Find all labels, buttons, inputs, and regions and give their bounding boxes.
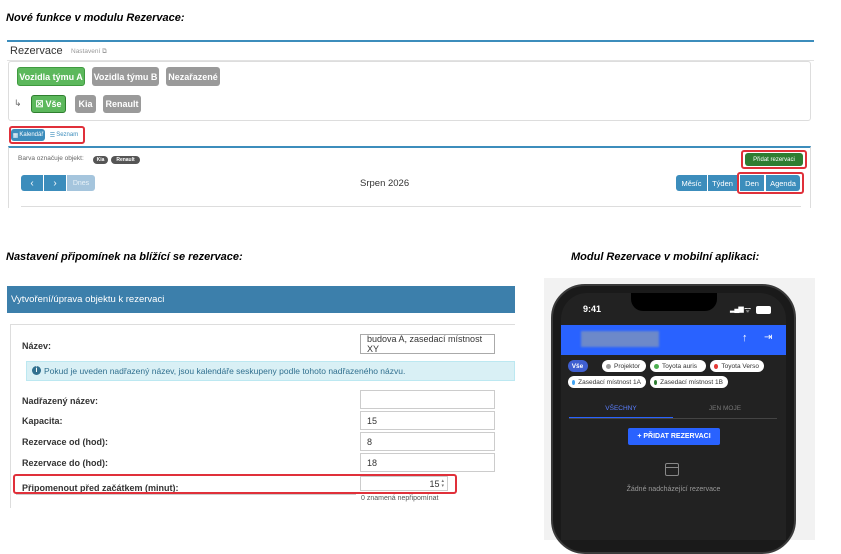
from-hour-input[interactable]: 8 [360, 432, 495, 451]
highlight-add-button [741, 150, 807, 169]
to-hour-input[interactable]: 18 [360, 453, 495, 472]
capacity-input[interactable]: 15 [360, 411, 495, 430]
remind-hint: 0 znamená nepřipomínat [361, 495, 439, 502]
filter-team-a-label: Vozidla týmu A [19, 71, 83, 82]
name-label: Název: [22, 341, 52, 351]
today-button[interactable]: Dnes [67, 175, 95, 191]
object-edit-panel: Vytvoření/úprava objektu k rezervaci Náz… [7, 286, 515, 508]
panel-title: Vytvoření/úprava objektu k rezervaci [11, 294, 165, 305]
color-dot-icon [606, 363, 611, 369]
mobile-add-reservation-label: + PŘIDAT REZERVACI [637, 433, 711, 440]
filter-team-b-label: Vozidla týmu B [93, 71, 158, 82]
subfilter-renault-label: Renault [105, 99, 139, 109]
legend-badge-kia: Kia [93, 156, 108, 164]
filter-chip[interactable]: Toyota auris [650, 360, 706, 372]
settings-link-label[interactable]: Nastavení [71, 48, 100, 55]
external-link-icon: ⧉ [102, 48, 107, 55]
info-text: Pokud je uveden nadřazený název, jsou ka… [44, 366, 406, 376]
filter-chip[interactable]: Vše [568, 360, 588, 372]
calendar-title: Srpen 2026 [360, 178, 410, 189]
today-label: Dnes [72, 179, 90, 187]
filter-chip-label: Zasedací místnost 1A [578, 378, 641, 386]
capacity-label: Kapacita: [22, 416, 63, 426]
tab-mine-label: JEN MOJE [708, 405, 742, 412]
name-input-value: budova A, zasedací místnost XY [367, 334, 483, 354]
chevron-left-icon: ‹ [30, 177, 34, 189]
section3-heading: Modul Rezervace v mobilní aplikaci: [571, 251, 760, 263]
range-week-label: Týden [712, 178, 733, 188]
filter-team-a-button[interactable]: Vozidla týmu A [17, 67, 85, 86]
filter-chip-label: Toyota Verso [721, 362, 759, 370]
filter-chip[interactable]: Projektor [602, 360, 646, 372]
highlight-day-agenda [737, 172, 804, 194]
reservation-module-panel: Rezervace Nastavení ⧉ Vozidla týmu A Voz… [7, 40, 814, 208]
section1-heading: Nové funkce v modulu Rezervace: [6, 12, 185, 24]
next-button[interactable]: › [44, 175, 66, 191]
mobile-add-reservation-button[interactable]: + PŘIDAT REZERVACI [628, 428, 720, 445]
subfilter-renault-button[interactable]: Renault [103, 95, 141, 113]
sub-filter-arrow-icon: ↳ [14, 98, 22, 108]
subfilter-kia-label: Kia [78, 99, 93, 109]
filter-unassigned-button[interactable]: Nezařazené [166, 67, 220, 86]
app-bar-title-blurred [581, 331, 659, 347]
empty-state-text: Žádné nadcházející rezervace [626, 486, 721, 493]
section2-heading: Nastavení připomínek na blížící se rezer… [6, 251, 243, 263]
highlight-remind-row [13, 474, 457, 494]
subfilter-kia-button[interactable]: Kia [75, 95, 96, 113]
color-dot-icon [654, 379, 658, 385]
range-month-label: Měsíc [681, 178, 702, 188]
panel-top-border [7, 40, 814, 42]
color-legend-label: Barva označuje objekt: [18, 155, 84, 162]
info-icon: i [32, 366, 41, 375]
notch [631, 293, 717, 311]
parent-name-input[interactable] [360, 390, 495, 409]
capacity-value: 15 [367, 415, 378, 426]
filter-chip[interactable]: Toyota Verso [710, 360, 764, 372]
wifi-icon: ᯤ [744, 305, 752, 314]
signal-icon: ▂▄▆ [730, 306, 744, 313]
upload-icon[interactable]: ↑ [742, 332, 748, 344]
color-dot-icon [714, 363, 719, 369]
to-hour-value: 18 [367, 457, 378, 468]
chevron-right-icon: › [53, 177, 57, 189]
page-title: Rezervace [10, 45, 63, 57]
to-hour-label: Rezervace do (hod): [22, 458, 109, 468]
remind-underline [16, 494, 356, 495]
prev-button[interactable]: ‹ [21, 175, 43, 191]
from-hour-label: Rezervace od (hod): [22, 437, 109, 447]
logout-icon[interactable]: ⇥ [764, 332, 772, 343]
legend-badge-kia-label: Kia [96, 157, 105, 163]
subfilter-all-label: Vše [45, 99, 62, 109]
filter-chip-label: Projektor [614, 362, 641, 370]
from-hour-value: 8 [367, 436, 373, 447]
filter-chip[interactable]: Zasedací místnost 1B [650, 376, 728, 388]
filter-chip[interactable]: Zasedací místnost 1A [568, 376, 646, 388]
tab-all[interactable]: VŠECHNY [569, 397, 673, 419]
parent-name-label: Nadřazený název: [22, 396, 99, 406]
filter-chip-label: Toyota auris [662, 362, 698, 370]
tabs-divider [569, 418, 777, 419]
filter-unassigned-label: Nezařazené [168, 71, 218, 82]
tab-all-label: VŠECHNY [605, 405, 637, 412]
range-week-button[interactable]: Týden [708, 175, 737, 191]
legend-badge-renault-label: Renault [116, 157, 135, 163]
legend-badge-renault: Renault [111, 156, 140, 164]
calendar-grid-edge [21, 206, 801, 207]
color-dot-icon [572, 379, 576, 385]
filter-chip-label: Vše [571, 362, 584, 370]
settings-link[interactable]: Nastavení ⧉ [71, 48, 107, 56]
filter-chip-label: Zasedací místnost 1B [660, 378, 723, 386]
status-time: 9:41 [583, 304, 602, 314]
phone-screen: 9:41 ▂▄▆ ᯤ ↑ ⇥ Vše Projektor Toyota auris T… [561, 293, 786, 540]
tab-mine[interactable]: JEN MOJE [673, 397, 777, 419]
range-month-button[interactable]: Měsíc [676, 175, 707, 191]
name-input[interactable]: budova A, zasedací místnost XY [360, 334, 495, 354]
filter-team-b-button[interactable]: Vozidla týmu B [92, 67, 159, 86]
checked-box-icon: ☒ [35, 98, 44, 109]
subfilter-all-button[interactable]: ☒ Vše [31, 95, 66, 113]
highlight-view-tabs [9, 126, 85, 144]
empty-calendar-icon [665, 463, 679, 476]
battery-icon [756, 306, 771, 314]
color-dot-icon [654, 363, 659, 369]
